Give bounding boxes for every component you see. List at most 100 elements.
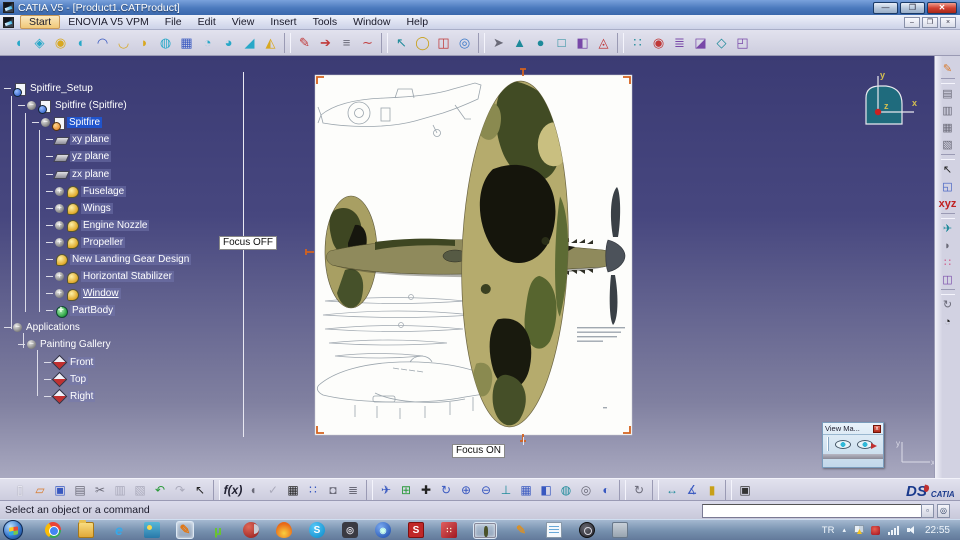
menu-tools[interactable]: Tools	[305, 16, 346, 28]
plane-frame-icon[interactable]: □	[552, 33, 571, 52]
focus-off-label[interactable]: Focus OFF	[219, 236, 278, 250]
mdi-close-button[interactable]: ×	[940, 16, 956, 28]
tree-item-xy-plane[interactable]: xy plane	[46, 131, 191, 148]
rotate-icon[interactable]: ↻	[437, 481, 455, 499]
tree-item-zx-plane[interactable]: zx plane	[46, 165, 191, 182]
clock[interactable]: 22:55	[925, 525, 950, 536]
status-expand-button[interactable]: ▫	[921, 503, 934, 518]
rotate-shape-icon[interactable]: ◬	[594, 33, 613, 52]
taskbar-flame-icon[interactable]	[276, 522, 292, 538]
taskbar-gray-app-icon[interactable]	[612, 522, 628, 538]
zoom-out-icon[interactable]: ⊖	[477, 481, 495, 499]
viewport-3d[interactable]: Focus OFF Focus ON y x z y x Spitfire_Se…	[0, 56, 934, 478]
antivirus-tray-icon[interactable]	[870, 525, 880, 535]
magnifier-icon[interactable]: ◎	[455, 33, 474, 52]
immersive-cube-icon[interactable]: ◫	[434, 33, 453, 52]
expander-icon[interactable]: +	[55, 203, 64, 213]
paint-surface-icon[interactable]: ✎	[939, 60, 957, 77]
mouse-sim-icon[interactable]: ◗	[939, 237, 957, 254]
close-button[interactable]: ✕	[927, 1, 957, 14]
expander-icon[interactable]: +	[55, 288, 64, 299]
comment-icon[interactable]: ◖	[244, 481, 262, 499]
freestyle-offset-icon[interactable]: ◐	[72, 33, 91, 52]
tree-item-spitfire[interactable]: − Spitfire	[32, 114, 191, 131]
print-icon[interactable]: ▤	[71, 481, 89, 499]
styling-sweep-icon[interactable]: ◠	[93, 33, 112, 52]
multi-view-icon[interactable]: ▦	[517, 481, 535, 499]
language-indicator[interactable]: TR	[822, 525, 835, 536]
taskbar-pencil-icon[interactable]: ✎	[513, 522, 529, 538]
tree-item-wings[interactable]: + Wings	[46, 200, 191, 217]
redo-icon[interactable]: ↷	[171, 481, 189, 499]
view-cube-icon[interactable]: ◫	[939, 271, 957, 288]
menu-help[interactable]: Help	[398, 16, 436, 28]
mdi-restore-button[interactable]: ❐	[922, 16, 938, 28]
xyz-axis-icon[interactable]: xyz	[939, 195, 957, 212]
volume-icon[interactable]	[906, 525, 917, 535]
expander-icon[interactable]: −	[27, 100, 36, 111]
design-table-icon[interactable]: ▦	[284, 481, 302, 499]
pan-icon[interactable]: ✚	[417, 481, 435, 499]
split-shape-icon[interactable]: ◧	[573, 33, 592, 52]
taskbar-catia-icon[interactable]: ✎	[176, 521, 194, 539]
ellipse-tool-icon[interactable]: ◯	[413, 33, 432, 52]
camera-capture-icon[interactable]: ▣	[736, 481, 754, 499]
layers-stack-icon[interactable]: ≣	[670, 33, 689, 52]
tree-item-yz-plane[interactable]: yz plane	[46, 148, 191, 165]
status-power-input-button[interactable]: ◎	[937, 503, 950, 518]
net-surface-icon[interactable]: ▦	[177, 33, 196, 52]
graph-tree-icon[interactable]: ∷	[304, 481, 322, 499]
compass[interactable]: y x z	[856, 70, 920, 132]
curvature-comb-icon[interactable]: ∼	[358, 33, 377, 52]
taskbar-s-red-icon[interactable]: S	[408, 522, 424, 538]
fx-formula-icon[interactable]: f(x)	[224, 481, 243, 499]
menu-file[interactable]: File	[157, 16, 190, 28]
tree-item-top[interactable]: Top	[44, 371, 191, 388]
paint-analysis-icon[interactable]: ✎	[295, 33, 314, 52]
measure-between-icon[interactable]: ↔	[663, 481, 681, 499]
fit-all-icon[interactable]: ⊞	[397, 481, 415, 499]
tree-item-spitfire-setup[interactable]: Spitfire_Setup	[4, 80, 191, 97]
cone-view-icon[interactable]: ▲	[510, 33, 529, 52]
tree-item-partbody[interactable]: PartBody	[46, 302, 191, 319]
shaded-view-icon[interactable]: ◍	[557, 481, 575, 499]
walk-mode-icon[interactable]	[857, 439, 877, 449]
freestyle-curve-icon[interactable]: ◡	[114, 33, 133, 52]
freestyle-patch-icon[interactable]: ◖	[9, 33, 28, 52]
minimize-button[interactable]: —	[873, 1, 898, 14]
normal-view-icon[interactable]: ⊥	[497, 481, 515, 499]
tray-expand-icon[interactable]: ▴	[842, 526, 846, 534]
zoom-in-icon[interactable]: ⊕	[457, 481, 475, 499]
tree-item-spitfire-spitfire[interactable]: − Spitfire (Spitfire)	[18, 97, 191, 114]
blend-surface-icon[interactable]: ◔	[198, 33, 217, 52]
menu-window[interactable]: Window	[345, 16, 398, 28]
taskbar-explorer-icon[interactable]	[78, 520, 94, 538]
view-mode-palette[interactable]: View Ma... x	[822, 422, 884, 468]
taskbar-notepad-icon[interactable]	[546, 522, 562, 538]
box-3d-icon[interactable]: ◰	[733, 33, 752, 52]
match-surface-icon[interactable]: ◕	[219, 33, 238, 52]
tree-item-painting-gallery[interactable]: − Painting Gallery	[18, 336, 191, 353]
menu-edit[interactable]: Edit	[190, 16, 224, 28]
turntable-icon[interactable]: ↻	[630, 481, 648, 499]
expander-icon[interactable]: +	[55, 220, 64, 230]
action-center-flag-icon[interactable]	[853, 525, 864, 535]
album-icon[interactable]: ▧	[939, 136, 957, 153]
tree-item-front[interactable]: Front	[44, 354, 191, 371]
spitfire-model-canvas[interactable]	[305, 68, 633, 442]
wireframe-view-icon[interactable]: ◎	[577, 481, 595, 499]
tree-item-new-landing-gear-design[interactable]: New Landing Gear Design	[46, 251, 192, 268]
check-rule-icon[interactable]: ✓	[264, 481, 282, 499]
red-sphere-icon[interactable]: ◉	[649, 33, 668, 52]
photo-studio-icon[interactable]: ▥	[939, 102, 957, 119]
extend-surface-icon[interactable]: ◢	[240, 33, 259, 52]
taskbar-ie-icon[interactable]: e	[111, 522, 127, 538]
pointer-tool-icon[interactable]: ➤	[489, 33, 508, 52]
taskbar-chrome-icon[interactable]	[45, 522, 61, 538]
taskbar-dark-app-icon[interactable]: ◎	[342, 522, 358, 538]
taskbar-photos-icon[interactable]	[144, 522, 160, 538]
spheres-pair-icon[interactable]: ∷	[628, 33, 647, 52]
taskbar-blue-app-icon[interactable]: ◉	[375, 522, 391, 538]
list-edit-icon[interactable]: ≣	[344, 481, 362, 499]
sketch-tracer-icon[interactable]: ↖	[392, 33, 411, 52]
